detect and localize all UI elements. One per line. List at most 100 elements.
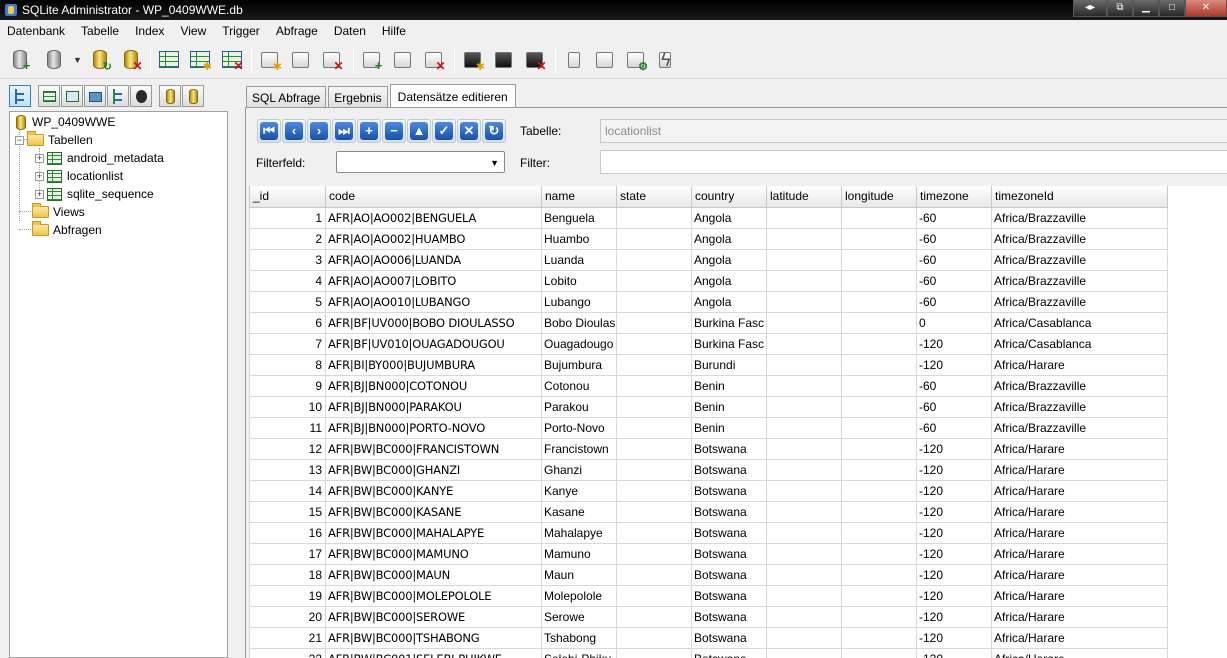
forms-filter-icon[interactable] (84, 85, 106, 107)
new-view-icon[interactable]: + (360, 48, 384, 72)
minimize-button[interactable]: ▁ (1133, 0, 1159, 17)
cell-longitude[interactable] (841, 647, 917, 658)
close-button[interactable]: ✕ (1185, 0, 1227, 17)
cell-state[interactable] (616, 227, 692, 250)
refresh-data-icon[interactable]: ↻ (482, 119, 506, 143)
chevron-down-icon[interactable]: ▼ (73, 55, 82, 65)
cell-timezone[interactable]: -120 (916, 605, 992, 628)
cell-id[interactable]: 3 (249, 248, 326, 271)
table-row[interactable]: 14 AFR|BW|BC000|KANYE Kanye Botswana -120 Afr… (249, 479, 1168, 502)
column-header-id[interactable]: _id (249, 186, 326, 208)
cell-name[interactable]: Lubango (541, 290, 617, 313)
cell-name[interactable]: Benguela (541, 206, 617, 229)
column-header-longitude[interactable]: longitude (841, 186, 917, 208)
delete-record-icon[interactable]: − (382, 119, 406, 143)
cell-latitude[interactable] (766, 521, 842, 544)
close-database-icon[interactable]: ✕ (119, 48, 143, 72)
cell-code[interactable]: AFR|BW|BC000|MAHALAPYE (325, 521, 542, 544)
table-row[interactable]: 19 AFR|BW|BC000|MOLEPOLOLE Molepolole Botsw… (249, 584, 1168, 607)
cell-country[interactable]: Burkina Fasc (691, 332, 767, 355)
delete-view-icon[interactable]: ✕ (422, 48, 446, 72)
cell-country[interactable]: Botswana (691, 500, 767, 523)
query-filter-icon[interactable] (159, 85, 181, 107)
table-row[interactable]: 13 AFR|BW|BC000|GHANZI Ghanzi Botswana -120 A… (249, 458, 1168, 481)
table-row[interactable]: 15 AFR|BW|BC000|KASANE Kasane Botswana -120 A… (249, 500, 1168, 523)
cell-timezone[interactable]: -120 (916, 584, 992, 607)
cell-longitude[interactable] (841, 416, 917, 439)
cell-id[interactable]: 12 (249, 437, 326, 460)
cell-latitude[interactable] (766, 332, 842, 355)
cell-code[interactable]: AFR|BW|BC000|TSHABONG (325, 626, 542, 649)
cell-code[interactable]: AFR|BW|BC000|SEROWE (325, 605, 542, 628)
collapse-icon[interactable]: − (15, 135, 24, 145)
cell-latitude[interactable] (766, 269, 842, 292)
table-row[interactable]: 4 AFR|AO|AO007|LOBITO Lobito Angola -60 Afric… (249, 269, 1168, 292)
cell-country[interactable]: Benin (691, 416, 767, 439)
cell-name[interactable]: Selebi-Phiku (541, 647, 617, 658)
cell-state[interactable] (616, 290, 692, 313)
cell-country[interactable]: Angola (691, 227, 767, 250)
prior-record-icon[interactable]: ‹ (282, 119, 306, 143)
cell-state[interactable] (616, 626, 692, 649)
cell-code[interactable]: AFR|AO|AO002|BENGUELA (325, 206, 542, 229)
cell-longitude[interactable] (841, 542, 917, 565)
table-row[interactable]: 5 AFR|AO|AO010|LUBANGO Lubango Angola -60 Afr… (249, 290, 1168, 313)
tree-node-views[interactable]: Views (32, 203, 85, 221)
cell-longitude[interactable] (841, 248, 917, 271)
cell-longitude[interactable] (841, 353, 917, 376)
tree-node-database[interactable]: WP_0409WWE (16, 113, 115, 131)
cell-longitude[interactable] (841, 479, 917, 502)
cancel-edit-icon[interactable]: ✕ (457, 119, 481, 143)
cell-country[interactable]: Botswana (691, 563, 767, 586)
cell-name[interactable]: Kasane (541, 500, 617, 523)
cell-timezoneid[interactable]: Africa/Harare (991, 500, 1168, 523)
table-row[interactable]: 10 AFR|BJ|BN000|PARAKOU Parakou Benin -60 Afr… (249, 395, 1168, 418)
cell-timezone[interactable]: -120 (916, 353, 992, 376)
cell-state[interactable] (616, 521, 692, 544)
cell-timezone[interactable]: -120 (916, 332, 992, 355)
database-filter-icon[interactable] (182, 85, 204, 107)
cell-latitude[interactable] (766, 500, 842, 523)
table-row[interactable]: 6 AFR|BF|UV000|BOBO DIOULASSO Bobo Dioulas… (249, 311, 1168, 334)
table-row[interactable]: 18 AFR|BW|BC000|MAUN Maun Botswana -120 Afric… (249, 563, 1168, 586)
new-trigger-icon[interactable]: ✱ (461, 48, 485, 73)
cell-code[interactable]: AFR|BF|UV000|BOBO DIOULASSO (325, 311, 542, 334)
menu-index[interactable]: Index (135, 24, 164, 38)
cell-longitude[interactable] (841, 500, 917, 523)
cell-state[interactable] (616, 563, 692, 586)
cell-longitude[interactable] (841, 227, 917, 250)
cell-timezone[interactable]: -120 (916, 437, 992, 460)
cell-timezone[interactable]: -120 (916, 542, 992, 565)
cell-state[interactable] (616, 416, 692, 439)
cell-timezoneid[interactable]: Africa/Harare (991, 353, 1168, 376)
cell-country[interactable]: Botswana (691, 584, 767, 607)
next-record-icon[interactable]: › (307, 119, 331, 143)
cell-code[interactable]: AFR|BJ|BN000|COTONOU (325, 374, 542, 397)
cell-id[interactable]: 6 (249, 311, 326, 334)
tree-node-table[interactable]: + locationlist (35, 167, 123, 185)
cell-id[interactable]: 11 (249, 416, 326, 439)
table-row[interactable]: 1 AFR|AO|AO002|BENGUELA Benguela Angola -60 A… (249, 206, 1168, 229)
cell-id[interactable]: 2 (249, 227, 326, 250)
cell-country[interactable]: Burkina Fasc (691, 311, 767, 334)
cell-code[interactable]: AFR|BI|BY000|BUJUMBURA (325, 353, 542, 376)
cell-name[interactable]: Francistown (541, 437, 617, 460)
cell-country[interactable]: Botswana (691, 479, 767, 502)
table-row[interactable]: 8 AFR|BI|BY000|BUJUMBURA Bujumbura Burundi -… (249, 353, 1168, 376)
cell-timezone[interactable]: -60 (916, 206, 992, 229)
cell-country[interactable]: Botswana (691, 647, 767, 658)
cell-name[interactable]: Molepolole (541, 584, 617, 607)
cell-id[interactable]: 17 (249, 542, 326, 565)
cell-code[interactable]: AFR|BW|BC000|MAMUNO (325, 542, 542, 565)
column-header-timezoneid[interactable]: timezoneId (991, 186, 1168, 208)
expand-icon[interactable]: + (35, 171, 44, 181)
insert-record-icon[interactable]: + (357, 119, 381, 143)
cell-timezone[interactable]: -120 (916, 500, 992, 523)
cell-longitude[interactable] (841, 269, 917, 292)
tables-filter-icon[interactable] (38, 85, 60, 107)
cell-timezoneid[interactable]: Africa/Harare (991, 647, 1168, 658)
cell-timezoneid[interactable]: Africa/Harare (991, 542, 1168, 565)
menu-hilfe[interactable]: Hilfe (382, 24, 406, 38)
new-database-icon[interactable]: + (8, 48, 32, 72)
cell-latitude[interactable] (766, 542, 842, 565)
